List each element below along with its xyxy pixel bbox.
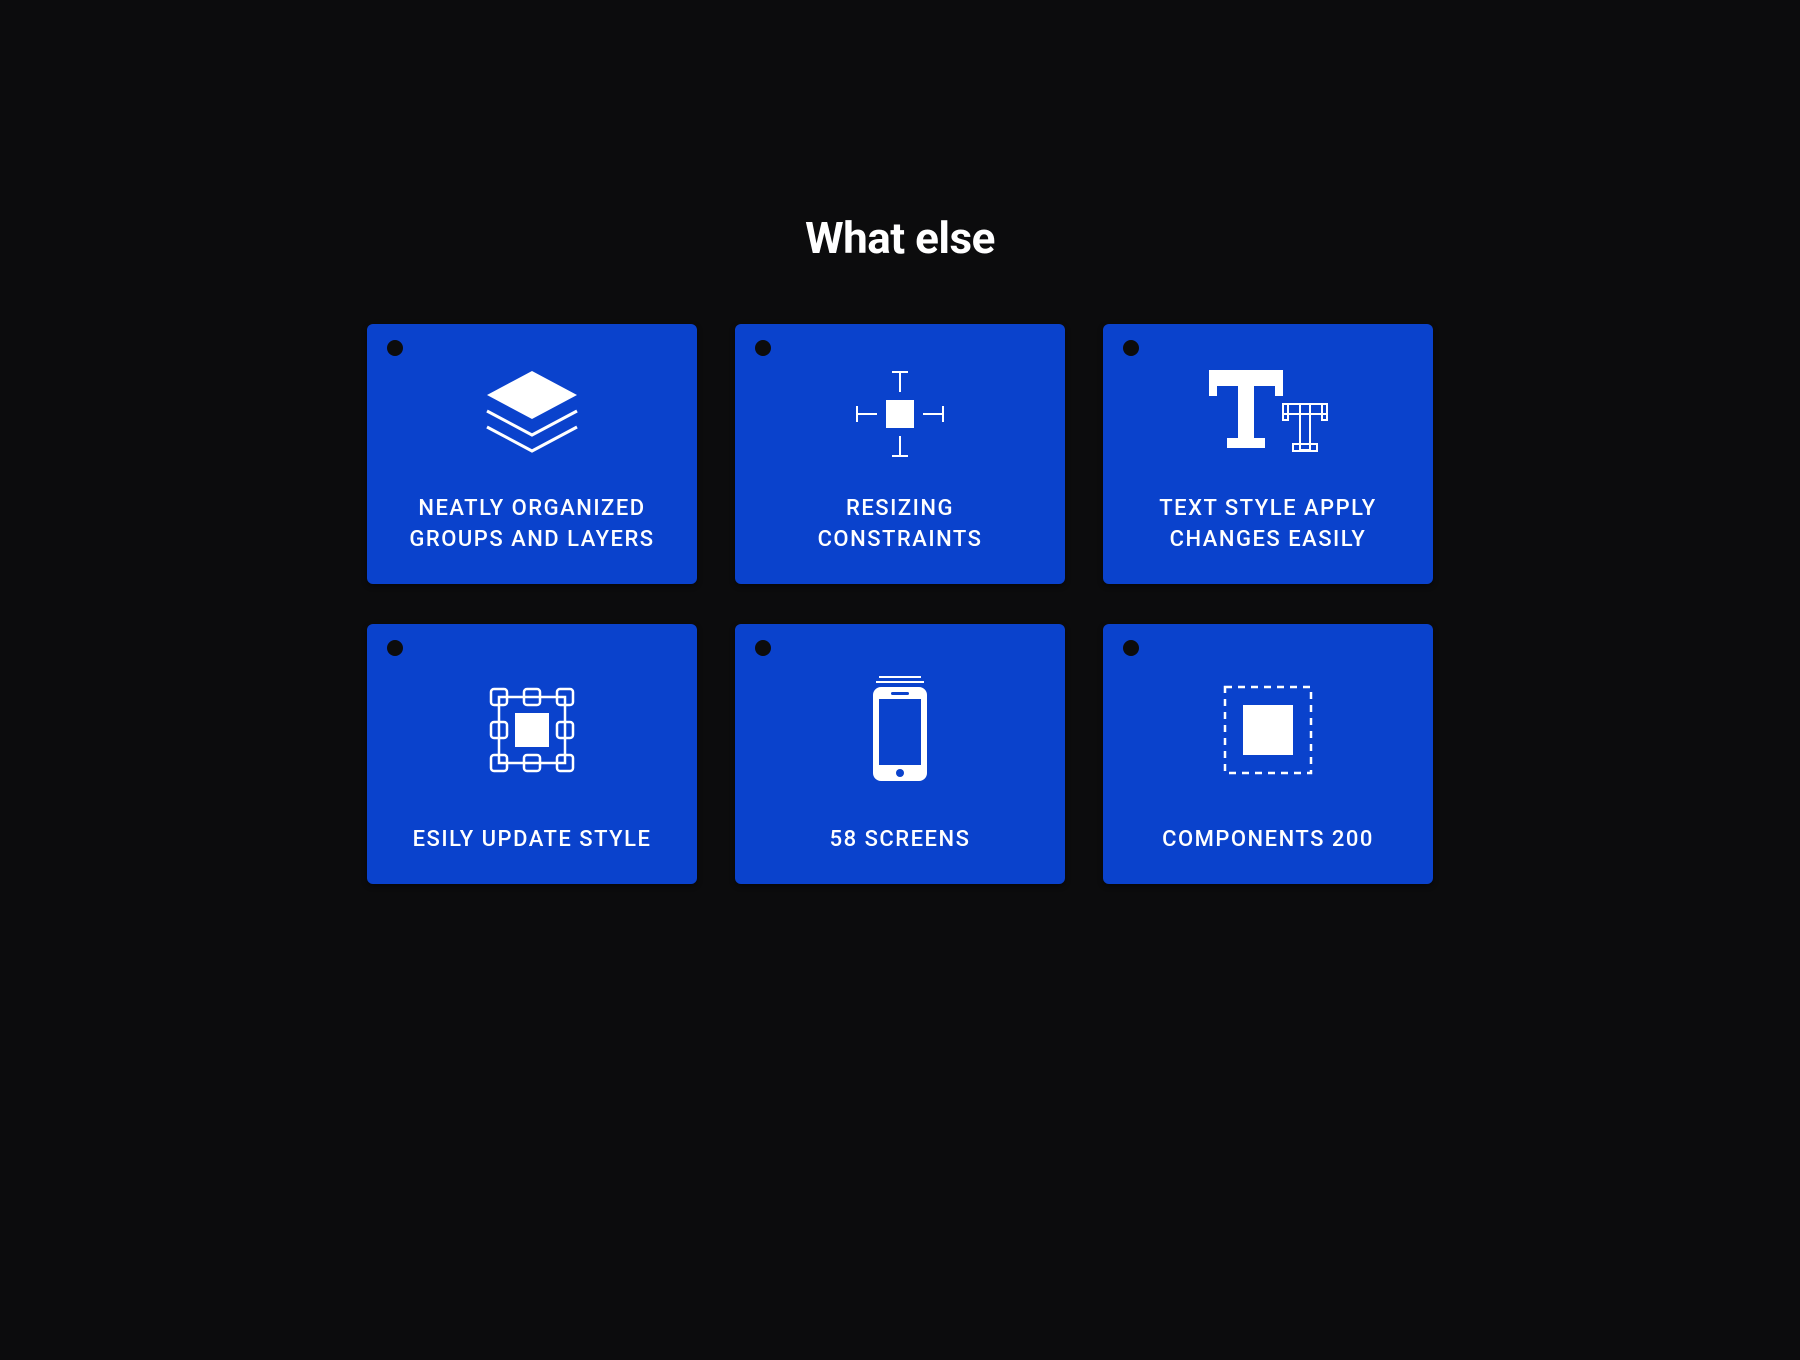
- feature-label: RESIZING CONSTRAINTS: [818, 494, 983, 556]
- feature-grid: NEATLY ORGANIZED GROUPS AND LAYERS: [367, 324, 1433, 884]
- feature-label: NEATLY ORGANIZED GROUPS AND LAYERS: [409, 494, 654, 556]
- feature-label: TEXT STYLE APPLY CHANGES EASILY: [1159, 494, 1376, 556]
- card-dot: [1123, 340, 1139, 356]
- feature-card-text-style: TEXT STYLE APPLY CHANGES EASILY: [1103, 324, 1433, 584]
- phone-icon: [735, 624, 1065, 825]
- feature-card-resize: RESIZING CONSTRAINTS: [735, 324, 1065, 584]
- card-dot: [755, 340, 771, 356]
- text-style-icon: [1103, 324, 1433, 494]
- feature-card-screens: 58 SCREENS: [735, 624, 1065, 884]
- card-dot: [1123, 640, 1139, 656]
- card-dot: [387, 640, 403, 656]
- resize-icon: [735, 324, 1065, 494]
- feature-card-update-style: ESILY UPDATE STYLE: [367, 624, 697, 884]
- feature-label: 58 SCREENS: [830, 825, 971, 856]
- feature-label: ESILY UPDATE STYLE: [413, 825, 652, 856]
- feature-card-layers: NEATLY ORGANIZED GROUPS AND LAYERS: [367, 324, 697, 584]
- feature-label: COMPONENTS 200: [1162, 825, 1374, 856]
- card-dot: [755, 640, 771, 656]
- style-edit-icon: [367, 624, 697, 825]
- layers-icon: [367, 324, 697, 494]
- component-icon: [1103, 624, 1433, 825]
- section-title: What else: [805, 212, 995, 264]
- card-dot: [387, 340, 403, 356]
- feature-section: What else NEATLY ORGANIZED GROUPS AND LA…: [270, 200, 1530, 1160]
- feature-card-components: COMPONENTS 200: [1103, 624, 1433, 884]
